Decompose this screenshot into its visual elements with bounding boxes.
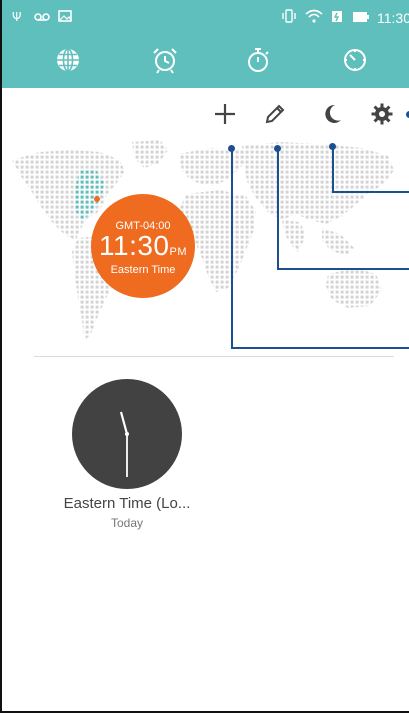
night-mode-button[interactable] — [314, 98, 350, 134]
settings-button[interactable] — [364, 98, 400, 134]
wifi-icon — [305, 9, 323, 26]
vibrate-icon — [281, 9, 297, 26]
usb-icon: Ψ — [12, 10, 26, 25]
battery-icon — [353, 10, 369, 25]
timer-icon — [341, 46, 369, 79]
stopwatch-icon — [244, 46, 272, 79]
world-map[interactable] — [10, 140, 400, 350]
callout-line-night-h — [332, 191, 409, 193]
callout-line-add-h — [231, 347, 409, 349]
voicemail-icon — [34, 10, 50, 25]
svg-text:Ψ: Ψ — [12, 10, 21, 22]
status-bar: Ψ 11:30 — [2, 0, 409, 36]
image-icon — [58, 10, 72, 25]
moon-icon — [320, 102, 344, 131]
callout-line-edit-v — [277, 148, 279, 270]
divider — [34, 356, 394, 357]
location-marker — [94, 196, 100, 202]
callout-line-edit-h — [277, 268, 409, 270]
add-city-button[interactable] — [207, 98, 243, 134]
bubble-ampm: PM — [169, 246, 187, 258]
tab-alarm[interactable] — [145, 44, 185, 80]
globe-icon — [55, 47, 81, 78]
clock-city-label: Eastern Time (Lo... — [63, 495, 191, 512]
clock-day-label: Today — [110, 516, 144, 530]
app-screen: Ψ 11:30 GMT-04:00 11:30PM Eastern Time E… — [0, 0, 409, 713]
tab-timer[interactable] — [335, 44, 375, 80]
tab-world-clock[interactable] — [48, 44, 88, 80]
tab-stopwatch[interactable] — [238, 44, 278, 80]
tab-bar — [2, 36, 409, 88]
callout-line-night-v — [332, 146, 334, 193]
pencil-icon — [263, 102, 287, 131]
plus-icon — [213, 102, 237, 131]
callout-line-add-v — [231, 148, 233, 349]
battery-charging-icon — [331, 9, 345, 26]
bubble-zone: Eastern Time — [110, 264, 176, 276]
gear-icon — [370, 102, 394, 131]
clock-hands — [119, 411, 129, 477]
current-location-bubble[interactable]: GMT-04:00 11:30PM Eastern Time — [91, 194, 195, 298]
bubble-time: 11:30 — [99, 230, 170, 261]
analog-clock[interactable] — [72, 379, 182, 489]
alarm-clock-icon — [151, 46, 179, 79]
edit-button[interactable] — [257, 98, 293, 134]
status-time: 11:30 — [377, 9, 409, 26]
